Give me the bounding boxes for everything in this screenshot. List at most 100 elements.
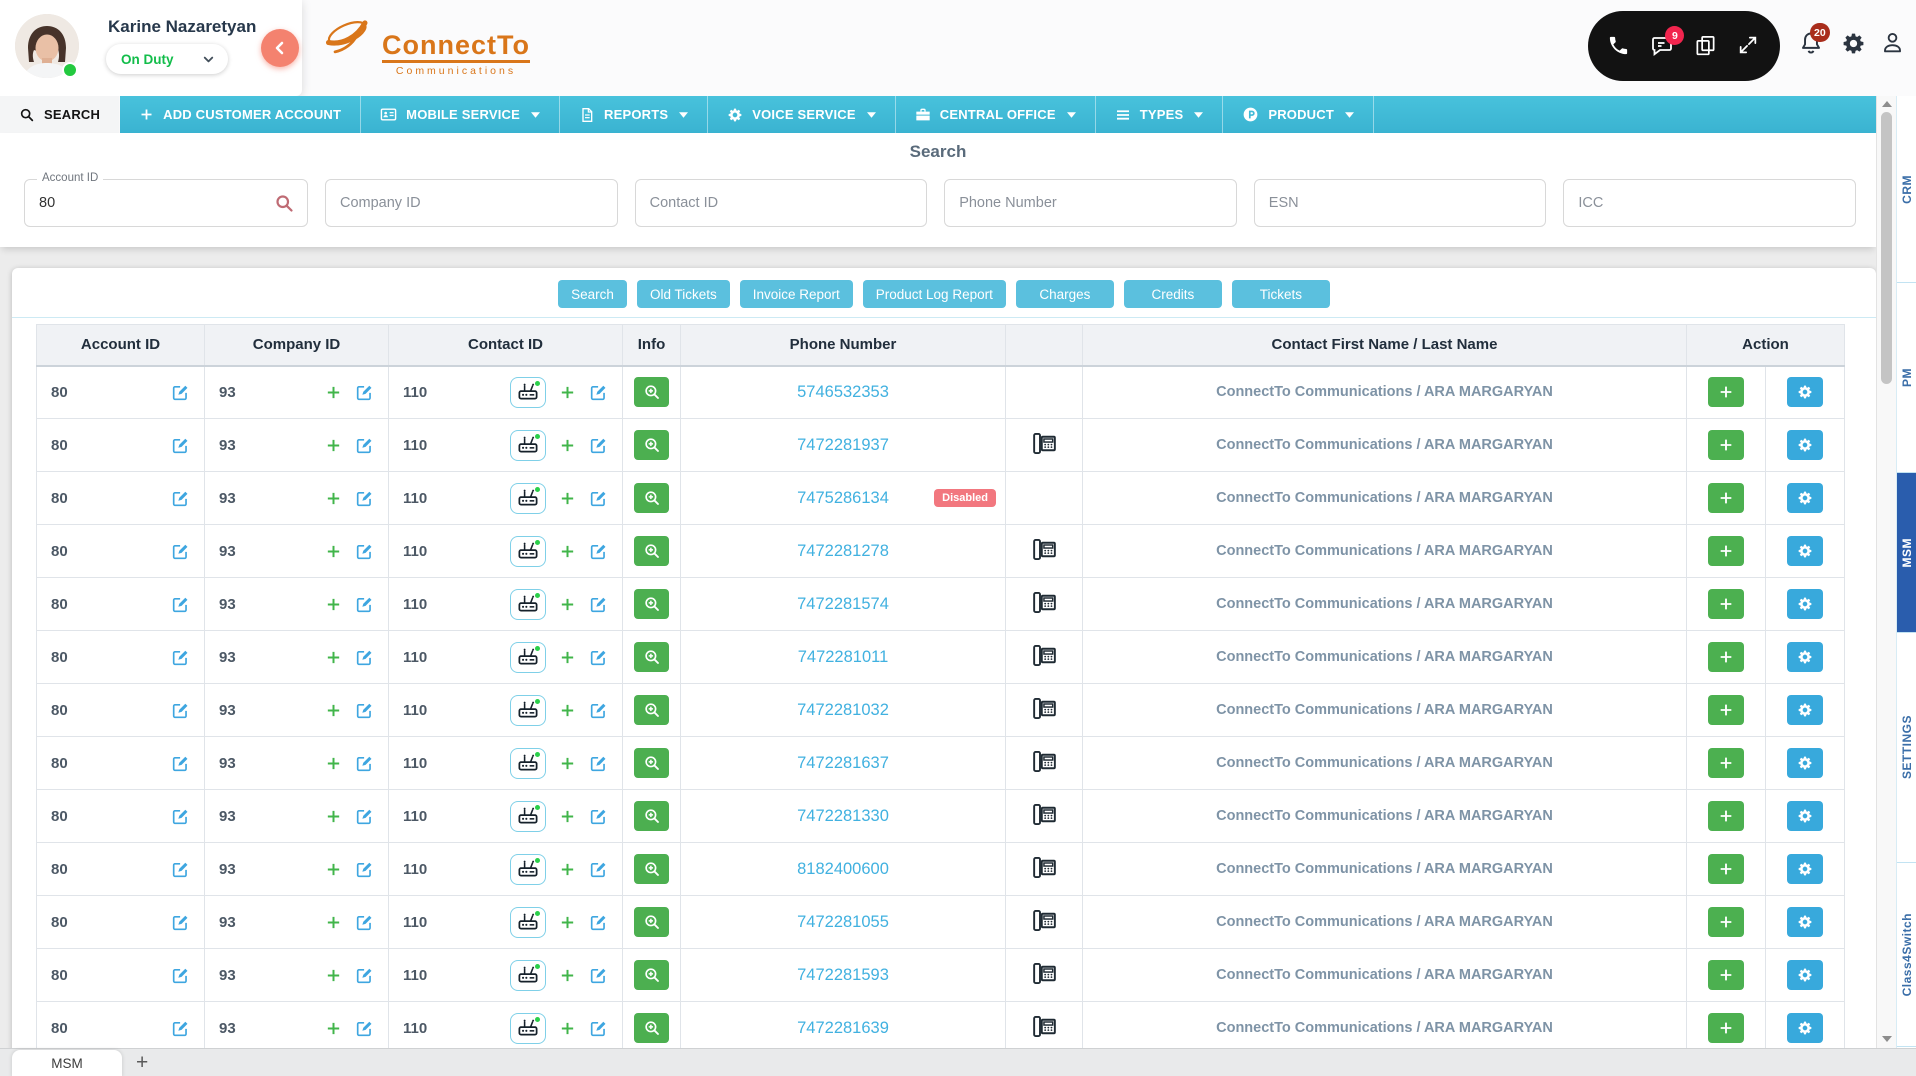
side-tab-crm[interactable]: CRM <box>1897 96 1916 283</box>
nav-tab-voice-service[interactable]: VOICE SERVICE <box>708 96 896 133</box>
add-action-button[interactable] <box>1708 801 1744 831</box>
add-contact-icon[interactable] <box>559 1020 576 1037</box>
edit-account-icon[interactable] <box>171 1019 190 1038</box>
add-company-icon[interactable] <box>325 755 342 772</box>
edit-company-icon[interactable] <box>355 595 374 614</box>
phone-number-link[interactable]: 7472281032 <box>797 701 889 719</box>
router-device-icon[interactable] <box>510 430 546 461</box>
add-company-icon[interactable] <box>325 1020 342 1037</box>
contact-id-input[interactable] <box>636 180 927 226</box>
router-device-icon[interactable] <box>510 748 546 779</box>
info-zoom-button[interactable] <box>634 748 669 778</box>
info-zoom-button[interactable] <box>634 536 669 566</box>
add-action-button[interactable] <box>1708 536 1744 566</box>
phone-number-input[interactable] <box>945 180 1236 226</box>
add-action-button[interactable] <box>1708 377 1744 407</box>
profile-person-icon[interactable] <box>1880 30 1906 56</box>
add-action-button[interactable] <box>1708 854 1744 884</box>
charges-button[interactable]: Charges <box>1016 280 1114 308</box>
edit-contact-icon[interactable] <box>589 913 608 932</box>
add-contact-icon[interactable] <box>559 649 576 666</box>
account-id-input[interactable] <box>25 180 307 226</box>
edit-company-icon[interactable] <box>355 383 374 402</box>
phone-number-link[interactable]: 7472281637 <box>797 754 889 772</box>
search-button[interactable]: Search <box>558 280 627 308</box>
phone-number-link[interactable]: 8182400600 <box>797 860 889 878</box>
edit-account-icon[interactable] <box>171 966 190 985</box>
edit-contact-icon[interactable] <box>589 595 608 614</box>
expand-icon[interactable] <box>1737 34 1761 58</box>
edit-company-icon[interactable] <box>355 489 374 508</box>
edit-contact-icon[interactable] <box>589 754 608 773</box>
add-contact-icon[interactable] <box>559 861 576 878</box>
add-contact-icon[interactable] <box>559 914 576 931</box>
edit-account-icon[interactable] <box>171 648 190 667</box>
edit-account-icon[interactable] <box>171 913 190 932</box>
edit-company-icon[interactable] <box>355 913 374 932</box>
esn-input[interactable] <box>1255 180 1546 226</box>
router-device-icon[interactable] <box>510 695 546 726</box>
company-id-input[interactable] <box>326 180 617 226</box>
router-device-icon[interactable] <box>510 377 546 408</box>
settings-action-button[interactable] <box>1787 589 1823 619</box>
invoice-report-button[interactable]: Invoice Report <box>740 280 853 308</box>
edit-account-icon[interactable] <box>171 754 190 773</box>
edit-company-icon[interactable] <box>355 648 374 667</box>
add-contact-icon[interactable] <box>559 490 576 507</box>
phone-number-link[interactable]: 7472281330 <box>797 807 889 825</box>
phone-number-link[interactable]: 7472281011 <box>798 648 889 666</box>
edit-contact-icon[interactable] <box>589 807 608 826</box>
settings-action-button[interactable] <box>1787 748 1823 778</box>
info-zoom-button[interactable] <box>634 695 669 725</box>
notifications-bell-icon[interactable]: 20 <box>1798 30 1824 56</box>
settings-action-button[interactable] <box>1787 642 1823 672</box>
settings-action-button[interactable] <box>1787 801 1823 831</box>
edit-contact-icon[interactable] <box>589 701 608 720</box>
router-device-icon[interactable] <box>510 483 546 514</box>
nav-tab-search[interactable]: SEARCH <box>0 96 120 133</box>
edit-account-icon[interactable] <box>171 860 190 879</box>
edit-contact-icon[interactable] <box>589 542 608 561</box>
settings-action-button[interactable] <box>1787 854 1823 884</box>
router-device-icon[interactable] <box>510 960 546 991</box>
field-search-icon[interactable] <box>274 193 295 214</box>
info-zoom-button[interactable] <box>634 377 669 407</box>
info-zoom-button[interactable] <box>634 960 669 990</box>
nav-tab-add-customer-account[interactable]: ADD CUSTOMER ACCOUNT <box>120 96 361 133</box>
settings-action-button[interactable] <box>1787 1013 1823 1043</box>
edit-account-icon[interactable] <box>171 595 190 614</box>
settings-action-button[interactable] <box>1787 430 1823 460</box>
side-tab-pm[interactable]: PM <box>1897 283 1916 473</box>
router-device-icon[interactable] <box>510 801 546 832</box>
settings-action-button[interactable] <box>1787 695 1823 725</box>
edit-account-icon[interactable] <box>171 436 190 455</box>
nav-tab-mobile-service[interactable]: MOBILE SERVICE <box>361 96 560 133</box>
settings-gear-icon[interactable] <box>1841 31 1867 57</box>
add-action-button[interactable] <box>1708 430 1744 460</box>
nav-tab-reports[interactable]: REPORTS <box>560 96 708 133</box>
edit-company-icon[interactable] <box>355 1019 374 1038</box>
add-company-icon[interactable] <box>325 861 342 878</box>
router-device-icon[interactable] <box>510 1013 546 1044</box>
chat-icon[interactable]: 9 <box>1650 34 1674 58</box>
add-contact-icon[interactable] <box>559 384 576 401</box>
product-log-report-button[interactable]: Product Log Report <box>863 280 1006 308</box>
side-tab-msm[interactable]: MSM <box>1897 473 1916 633</box>
tickets-button[interactable]: Tickets <box>1232 280 1330 308</box>
add-action-button[interactable] <box>1708 483 1744 513</box>
add-contact-icon[interactable] <box>559 543 576 560</box>
edit-company-icon[interactable] <box>355 966 374 985</box>
vertical-scrollbar[interactable] <box>1876 96 1896 1048</box>
phone-call-icon[interactable] <box>1607 34 1631 58</box>
add-action-button[interactable] <box>1708 907 1744 937</box>
old-tickets-button[interactable]: Old Tickets <box>637 280 730 308</box>
phone-number-link[interactable]: 7475286134 <box>797 489 889 507</box>
add-company-icon[interactable] <box>325 437 342 454</box>
duty-status-dropdown[interactable]: On Duty <box>106 44 228 74</box>
add-company-icon[interactable] <box>325 914 342 931</box>
edit-contact-icon[interactable] <box>589 1019 608 1038</box>
edit-account-icon[interactable] <box>171 489 190 508</box>
router-device-icon[interactable] <box>510 589 546 620</box>
info-zoom-button[interactable] <box>634 907 669 937</box>
settings-action-button[interactable] <box>1787 907 1823 937</box>
